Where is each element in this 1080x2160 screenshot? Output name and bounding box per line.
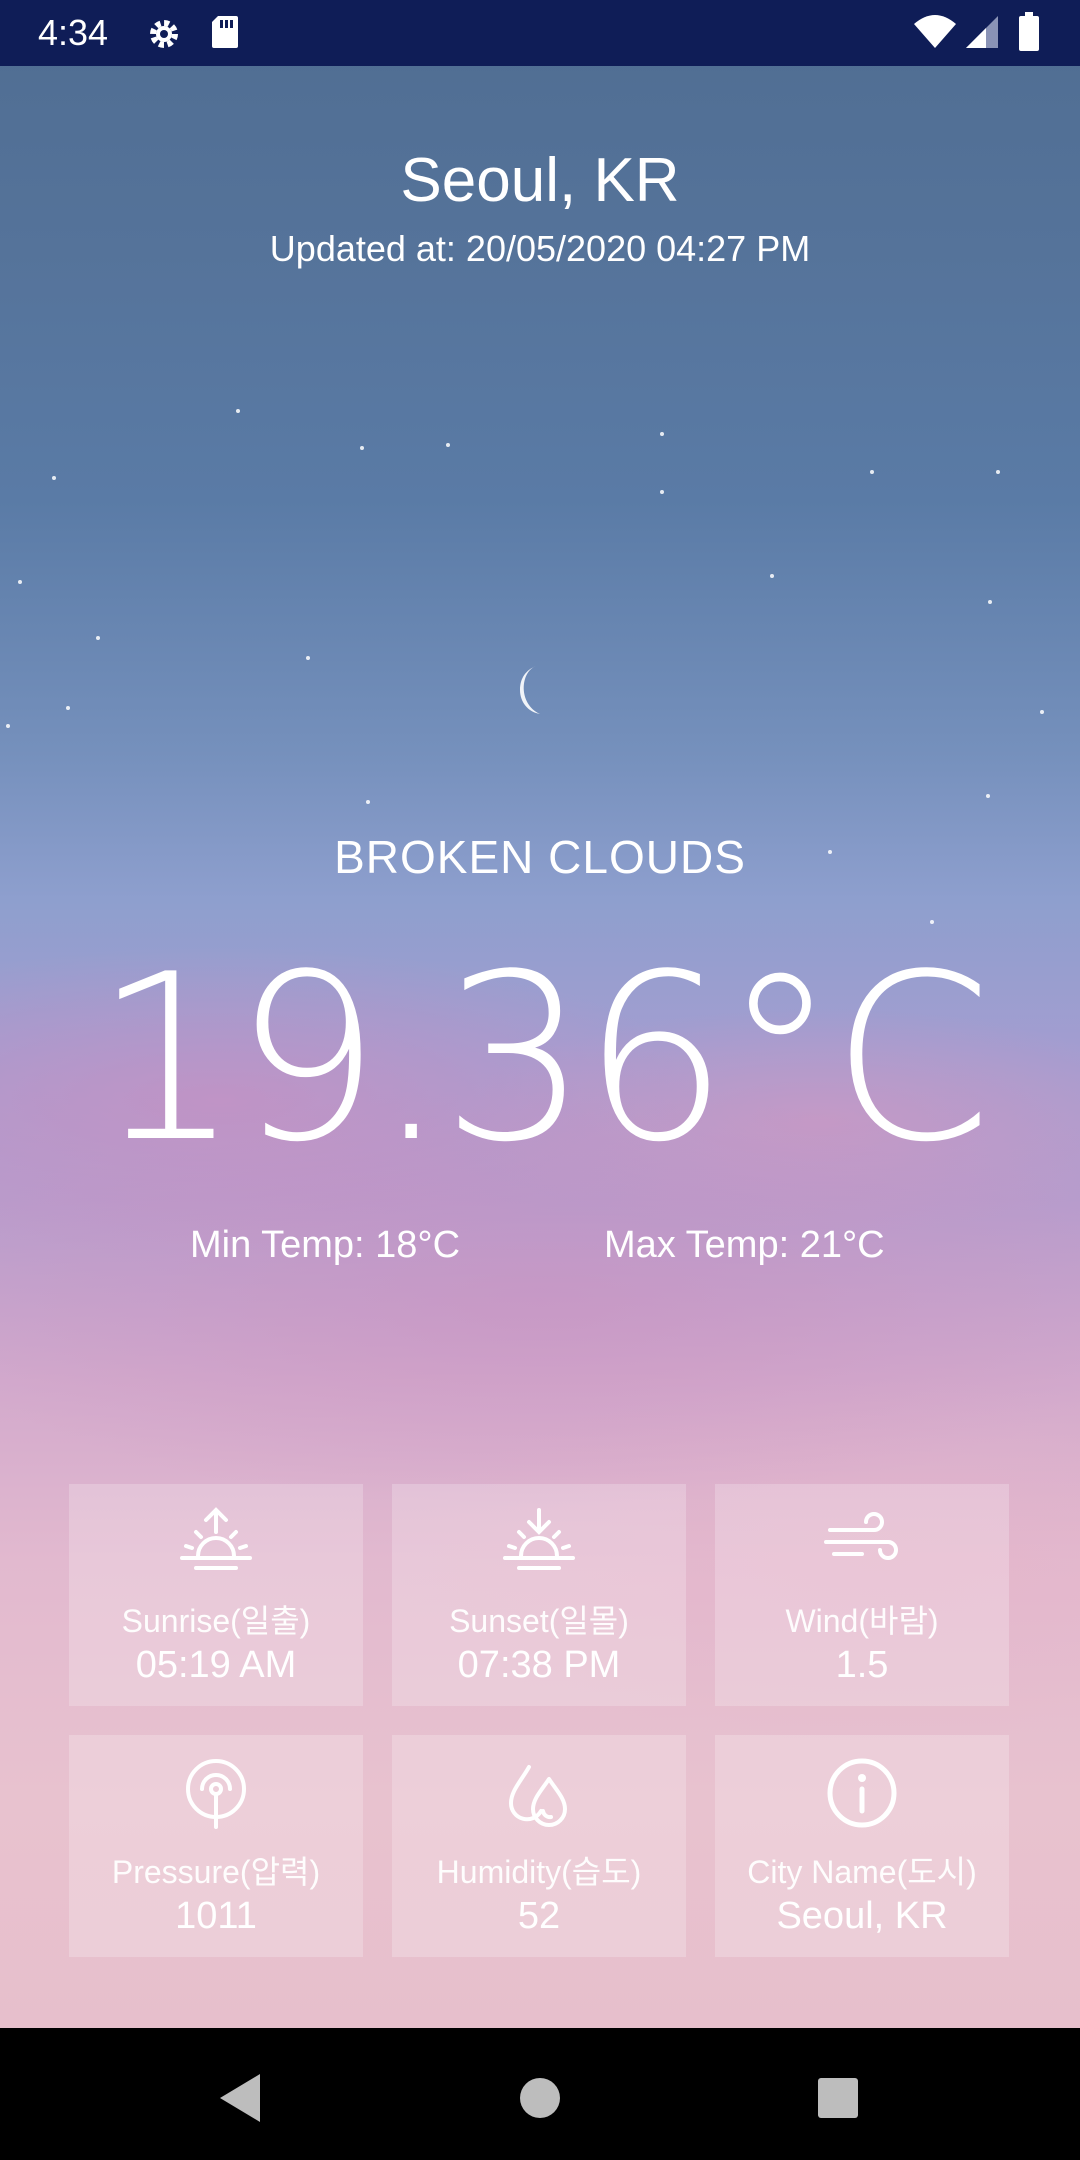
max-temp: Max Temp: 21°C <box>604 1224 885 1266</box>
gear-icon <box>150 20 178 48</box>
star <box>18 580 22 584</box>
sunrise-tile: Sunrise(일출) 05:19 AM <box>69 1484 363 1706</box>
status-bar: 4:34 <box>0 0 1080 66</box>
navigation-bar <box>0 2028 1080 2160</box>
star <box>996 470 1000 474</box>
sd-card-icon <box>212 16 238 48</box>
battery-icon <box>1019 12 1039 51</box>
tile-value: 1.5 <box>835 1644 889 1686</box>
wifi-icon <box>914 15 956 48</box>
star <box>360 446 364 450</box>
weather-condition: BROKEN CLOUDS <box>334 831 746 883</box>
star <box>66 706 70 710</box>
tile-value: 07:38 PM <box>457 1644 621 1686</box>
humidity-icon <box>508 1765 567 1827</box>
star <box>988 600 992 604</box>
sunrise-icon <box>180 1507 252 1570</box>
tile-value: 1011 <box>175 1895 257 1937</box>
pressure-tile: Pressure(압력) 1011 <box>69 1735 363 1957</box>
home-icon[interactable] <box>510 2068 570 2128</box>
moon-icon <box>520 666 540 714</box>
tile-label: Sunrise(일출) <box>121 1603 311 1639</box>
tile-label: Wind(바람) <box>785 1603 939 1639</box>
star <box>306 656 310 660</box>
updated-at: Updated at: 20/05/2020 04:27 PM <box>269 228 811 269</box>
status-time: 4:34 <box>38 12 109 53</box>
star <box>770 574 774 578</box>
star <box>52 476 56 480</box>
weather-screen: 4:34 Seoul, KR Updated at: 20/05/2020 04… <box>0 0 1080 2160</box>
star <box>660 432 664 436</box>
info-icon <box>827 1758 897 1828</box>
recents-icon[interactable] <box>808 2068 868 2128</box>
star <box>366 800 370 804</box>
tile-label: Humidity(습도) <box>436 1854 642 1890</box>
city-name-tile: City Name(도시) Seoul, KR <box>715 1735 1009 1957</box>
min-temp: Min Temp: 18°C <box>190 1224 461 1266</box>
cell-signal-icon <box>966 16 998 48</box>
back-icon[interactable] <box>210 2068 270 2128</box>
star <box>236 409 240 413</box>
humidity-tile: Humidity(습도) 52 <box>392 1735 686 1957</box>
tile-label: City Name(도시) <box>747 1854 977 1890</box>
star <box>986 794 990 798</box>
pressure-icon <box>186 1759 246 1829</box>
star <box>870 470 874 474</box>
wind-icon <box>824 1512 898 1560</box>
tile-value: 52 <box>517 1895 561 1937</box>
tile-label: Pressure(압력) <box>111 1854 321 1890</box>
city-title: Seoul, KR <box>400 146 680 215</box>
wind-tile: Wind(바람) 1.5 <box>715 1484 1009 1706</box>
star <box>96 636 100 640</box>
tile-value: 05:19 AM <box>135 1644 297 1686</box>
star <box>930 920 934 924</box>
sunset-tile: Sunset(일몰) 07:38 PM <box>392 1484 686 1706</box>
current-temperature: 19.36°C <box>93 926 992 1193</box>
sunset-icon <box>503 1508 575 1570</box>
star <box>6 724 10 728</box>
tile-value: Seoul, KR <box>776 1895 948 1937</box>
star <box>446 443 450 447</box>
star <box>660 490 664 494</box>
tile-label: Sunset(일몰) <box>449 1603 629 1639</box>
star <box>1040 710 1044 714</box>
